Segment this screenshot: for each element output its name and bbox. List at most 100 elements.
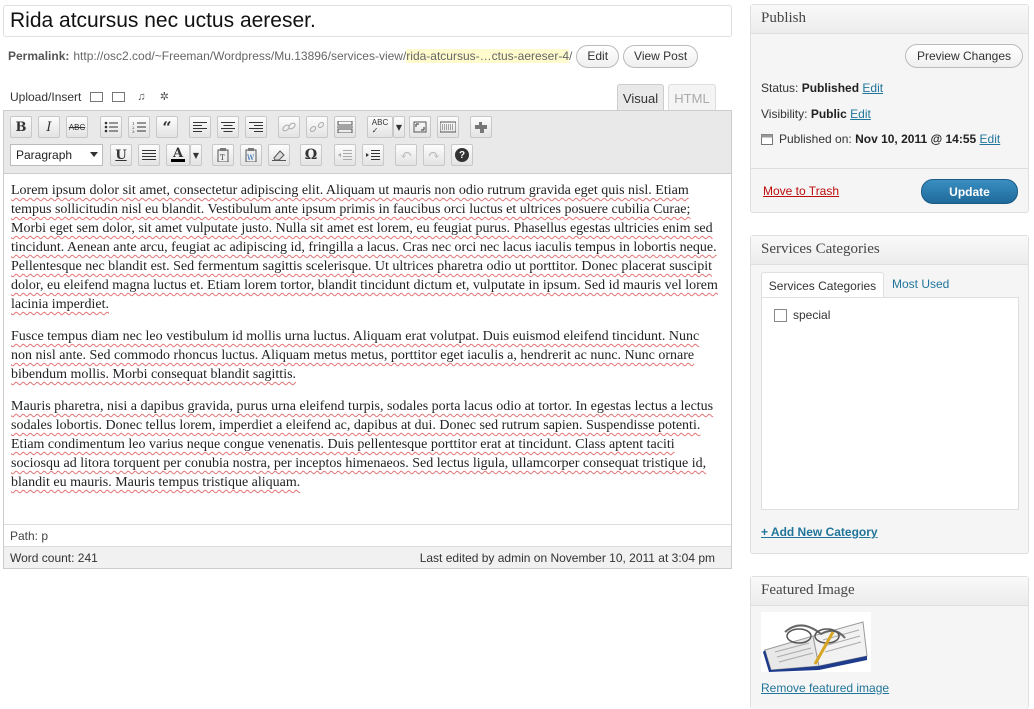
align-left-icon	[193, 122, 207, 132]
publish-footer-divider	[751, 168, 1028, 169]
text-color-dropdown[interactable]: ▼	[190, 144, 202, 166]
featured-image-thumbnail[interactable]	[761, 612, 871, 672]
bold-button[interactable]: B	[10, 116, 32, 138]
update-button[interactable]: Update	[921, 179, 1018, 204]
published-on-label: Published on:	[779, 132, 852, 146]
permalink-slug[interactable]: rida-atcursus-…ctus-aereser-4	[406, 49, 570, 63]
edit-permalink-button[interactable]: Edit	[576, 44, 620, 68]
add-audio-icon[interactable]: ♫	[134, 91, 148, 103]
justify-button[interactable]	[138, 144, 160, 166]
outdent-button[interactable]	[334, 144, 356, 166]
strikethrough-button[interactable]: ABC	[66, 116, 88, 138]
justify-icon	[142, 150, 156, 160]
bullet-list-button[interactable]	[100, 116, 122, 138]
content-paragraph: Lorem ipsum dolor sit amet, consectetur …	[11, 183, 718, 312]
svg-text:T: T	[220, 154, 225, 162]
blockquote-button[interactable]: “	[156, 116, 178, 138]
publish-box: Publish Preview Changes Status: Publishe…	[750, 4, 1029, 213]
editor-content[interactable]: Lorem ipsum dolor sit amet, consectetur …	[11, 181, 723, 505]
underline-button[interactable]: U	[110, 144, 132, 166]
permalink-end: /	[569, 49, 573, 63]
calendar-icon	[761, 134, 773, 145]
word-count: Word count: 241	[10, 551, 98, 565]
featured-image-heading: Featured Image	[751, 577, 1028, 606]
special-character-button[interactable]: Ω	[300, 144, 322, 166]
more-tag-button[interactable]	[334, 116, 356, 138]
remove-format-button[interactable]	[268, 144, 290, 166]
preview-changes-button[interactable]: Preview Changes	[905, 44, 1023, 68]
edit-date-link[interactable]: Edit	[980, 132, 1001, 146]
add-image-icon[interactable]	[90, 92, 104, 102]
tab-visual[interactable]: Visual	[617, 84, 664, 111]
status-value: Published	[801, 81, 860, 95]
help-button[interactable]: ?	[451, 144, 473, 166]
paste-word-icon: W	[245, 148, 257, 162]
italic-button[interactable]: I	[38, 116, 60, 138]
upload-insert-label: Upload/Insert	[10, 90, 82, 104]
categories-list: special	[761, 297, 1019, 510]
link-icon	[282, 122, 296, 132]
outdent-icon	[338, 150, 352, 160]
indent-button[interactable]	[362, 144, 384, 166]
category-label: special	[793, 308, 831, 322]
chevron-down-icon	[90, 152, 98, 157]
permalink-row: Permalink: http://osc2.cod/~Freeman/Word…	[8, 44, 699, 68]
view-post-button[interactable]: View Post	[623, 44, 699, 68]
spellcheck-icon: ABC ✓	[371, 118, 389, 135]
numbered-list-icon: 123	[132, 121, 146, 133]
plugin-button[interactable]	[470, 116, 492, 138]
content-paragraph: Fusce tempus diam nec leo vestibulum id …	[11, 329, 700, 382]
remove-featured-image-link[interactable]: Remove featured image	[761, 681, 889, 695]
numbered-list-button[interactable]: 123	[128, 116, 150, 138]
unlink-button[interactable]	[306, 116, 328, 138]
more-tag-icon	[337, 121, 353, 133]
text-color-icon: A	[172, 146, 184, 161]
featured-image-box: Featured Image Remove featured image	[750, 576, 1029, 709]
text-color-button[interactable]: A	[166, 144, 190, 166]
tab-all-categories[interactable]: Services Categories	[761, 272, 884, 298]
spellcheck-button[interactable]: ABC ✓	[367, 116, 393, 138]
align-center-button[interactable]	[217, 116, 239, 138]
post-title-input[interactable]: Rida atcursus nec uctus aereser.	[3, 5, 732, 37]
align-center-icon	[221, 122, 235, 132]
published-on-value: Nov 10, 2011 @ 14:55	[855, 132, 977, 146]
category-item[interactable]: special	[774, 308, 830, 322]
kitchen-sink-button[interactable]	[437, 116, 459, 138]
move-to-trash-link[interactable]: Move to Trash	[763, 184, 839, 198]
status-label: Status:	[761, 81, 799, 95]
paste-text-button[interactable]: T	[212, 144, 234, 166]
format-select-value: Paragraph	[16, 148, 73, 162]
undo-button[interactable]: ↶	[395, 144, 417, 166]
visibility-label: Visibility:	[761, 107, 808, 121]
add-video-icon[interactable]	[112, 92, 126, 102]
add-new-category-link[interactable]: + Add New Category	[761, 525, 878, 539]
tab-most-used[interactable]: Most Used	[892, 277, 949, 291]
edit-status-link[interactable]: Edit	[862, 81, 883, 95]
visibility-value: Public	[810, 107, 847, 121]
open-book-image	[763, 621, 868, 672]
categories-heading: Services Categories	[751, 236, 1028, 265]
fullscreen-icon	[413, 121, 427, 133]
permalink-label: Permalink:	[8, 49, 70, 63]
bullet-list-icon	[104, 121, 118, 133]
kitchen-sink-icon	[440, 121, 456, 133]
fullscreen-button[interactable]	[409, 116, 431, 138]
align-right-button[interactable]	[245, 116, 267, 138]
undo-icon: ↶	[399, 146, 413, 164]
underline-icon: U	[115, 147, 127, 163]
insert-link-button[interactable]	[278, 116, 300, 138]
editor-status-bar: Word count: 241 Last edited by admin on …	[4, 546, 731, 568]
tab-html[interactable]: HTML	[668, 84, 716, 111]
edit-visibility-link[interactable]: Edit	[850, 107, 871, 121]
published-on-row: Published on: Nov 10, 2011 @ 14:55 Edit	[761, 132, 1000, 146]
spellcheck-dropdown[interactable]: ▼	[393, 116, 405, 138]
permalink-base: http://osc2.cod/~Freeman/Wordpress/Mu.13…	[73, 49, 407, 63]
add-media-icon[interactable]: ✲	[157, 91, 171, 103]
paste-word-button[interactable]: W	[240, 144, 262, 166]
align-left-button[interactable]	[189, 116, 211, 138]
content-paragraph: Mauris pharetra, nisi a dapibus gravida,…	[11, 399, 714, 490]
category-checkbox[interactable]	[774, 308, 787, 322]
format-select[interactable]: Paragraph	[10, 144, 103, 166]
visibility-row: Visibility: Public Edit	[761, 107, 871, 121]
redo-button[interactable]: ↷	[423, 144, 445, 166]
